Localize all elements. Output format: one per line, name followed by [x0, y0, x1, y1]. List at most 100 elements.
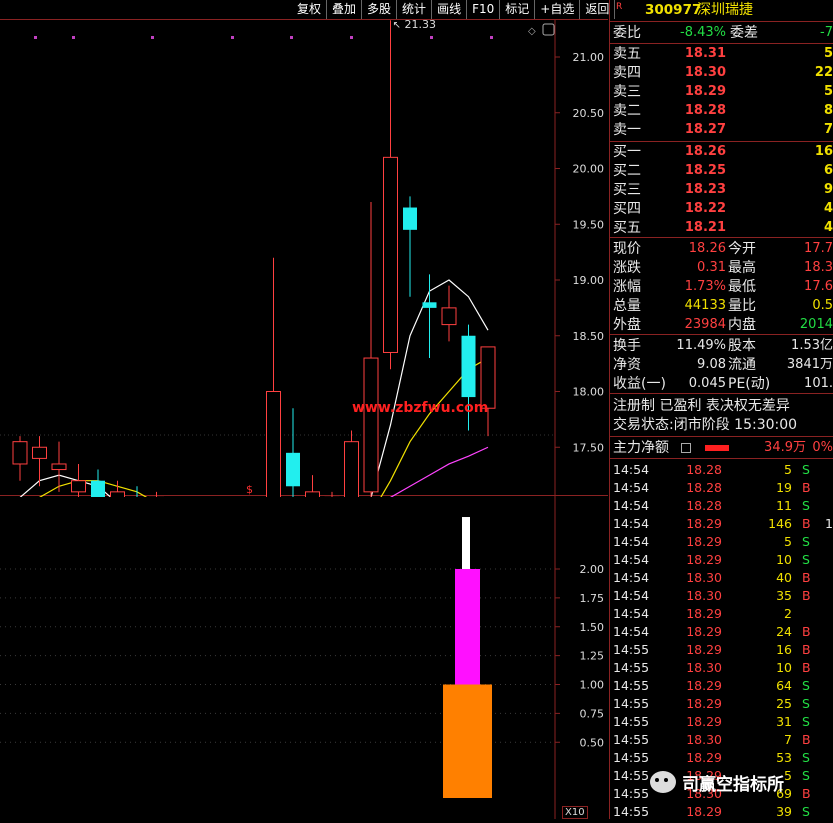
tick-time: 14:55: [613, 786, 650, 801]
stock-header: R 300977 深圳瑞捷: [610, 1, 833, 19]
info-board: 注册制 已盈利 表决权无差异: [613, 398, 790, 414]
stat-row: 外盘 23984 内盘 2014: [610, 316, 833, 334]
y-tick-label: 20.00: [573, 163, 605, 176]
candle-body: [71, 480, 86, 493]
tick-price: 18.28: [686, 462, 722, 477]
tick-volume: 11: [776, 498, 792, 513]
sub-bar-white: [462, 517, 470, 569]
tick-volume: 5: [784, 768, 792, 783]
stat-value-2: 0.5: [812, 298, 833, 313]
sub-bar-orange: [443, 684, 492, 798]
stock-code: 300977: [645, 2, 702, 18]
candle: [363, 201, 379, 498]
candle: [403, 196, 417, 297]
stat-row: 涨跌 0.31 最高 18.3: [610, 259, 833, 277]
toolbar-button-1[interactable]: 叠加: [327, 0, 363, 19]
stat-label: 净资: [613, 357, 641, 373]
toolbar-button-6[interactable]: 标记: [500, 0, 536, 19]
tick-price: 18.29: [686, 714, 722, 729]
stat-label: 收益(一): [613, 376, 666, 392]
candle: [383, 20, 398, 370]
tick-price: 18.30: [686, 732, 722, 747]
toolbar-button-0[interactable]: 复权: [292, 0, 328, 19]
stat-label-2: 内盘: [728, 317, 756, 333]
tick-volume: 5: [784, 462, 792, 477]
tick-price: 18.29: [686, 552, 722, 567]
tick-volume: 19: [776, 480, 792, 495]
list-icon[interactable]: [681, 443, 691, 453]
stat-value-2: 17.7: [804, 241, 833, 256]
stat-label-2: 流通: [728, 357, 756, 373]
book-volume: 6: [823, 163, 833, 178]
toolbar-button-5[interactable]: F10: [467, 0, 501, 19]
toolbar-button-3[interactable]: 统计: [397, 0, 433, 19]
stat-label: 现价: [613, 241, 641, 257]
ma5-line: [19, 279, 489, 621]
book-price: 18.29: [684, 84, 726, 99]
stat-row: 收益(一) 0.045 PE(动) 101.: [610, 375, 833, 393]
indicator-chart[interactable]: 2.00 1.75 1.50 1.25 1.00 0.75 0.50 X10: [0, 497, 608, 819]
toolbar-button-4[interactable]: 画线: [432, 0, 468, 19]
y-tick-label: 19.50: [573, 218, 605, 231]
stat-label: 总量: [613, 298, 641, 314]
stat-label-2: 股本: [728, 338, 756, 354]
candle: [71, 463, 86, 503]
stat-label: 涨幅: [613, 279, 641, 295]
tick-time: 14:54: [613, 606, 650, 621]
tick-volume: 5: [784, 534, 792, 549]
stat-label-2: 最低: [728, 279, 756, 295]
tick-time: 14:55: [613, 768, 650, 783]
tick-row: 14:55 18.30 7 B: [610, 731, 833, 749]
book-volume: 8: [823, 103, 833, 118]
stat-value-2: 17.6: [804, 279, 833, 294]
tick-price: 18.29: [686, 642, 722, 657]
tick-row: 14:55 18.29 53 S: [610, 749, 833, 767]
stat-row: 涨幅 1.73% 最低 17.6: [610, 278, 833, 296]
candle: [110, 480, 125, 531]
x10-badge[interactable]: X10: [562, 806, 588, 819]
tick-row: 14:54 18.30 40 B: [610, 569, 833, 587]
tick-time: 14:54: [613, 516, 650, 531]
top-marker: [231, 36, 234, 39]
toolbar-button-2[interactable]: 多股: [362, 0, 398, 19]
candle: [305, 475, 320, 515]
tick-count: 1: [825, 516, 833, 531]
tick-time: 14:54: [613, 480, 650, 495]
book-label: 买五: [613, 220, 641, 236]
trade-status: 交易状态:闭市阶段 15:30:00: [613, 417, 798, 433]
bid-row: 买五 18.21 4: [610, 219, 833, 237]
candle: [480, 346, 496, 437]
top-marker: [290, 36, 293, 39]
sub-tick-label: 1.50: [580, 621, 605, 634]
stat-value-2: 3841万: [786, 357, 833, 372]
tick-time: 14:55: [613, 804, 650, 819]
tick-side: B: [802, 786, 811, 801]
bid-row: 买二 18.25 6: [610, 162, 833, 180]
stat-value: 18.26: [688, 241, 726, 256]
candle-body: [461, 335, 476, 398]
sub-tick-label: 0.75: [580, 707, 605, 720]
kline-chart[interactable]: 21.00 20.50 20.00 19.50 19.00 18.50 18.00 17.50…: [0, 18, 608, 789]
tick-side: S: [802, 714, 810, 729]
chart-toolbar: 复权 叠加 多股 统计 画线 F10 标记 +自选 返回: [292, 0, 616, 19]
book-price: 18.25: [684, 163, 726, 178]
tick-price: 18.29: [686, 624, 722, 639]
wechat-icon: [650, 771, 676, 793]
tick-side: B: [802, 642, 811, 657]
weibi-row: 委比 -8.43% 委差 -7: [613, 25, 833, 41]
tick-side: B: [802, 516, 811, 531]
tick-volume: 53: [776, 750, 792, 765]
tick-volume: 2: [784, 606, 792, 621]
tick-time: 14:55: [613, 678, 650, 693]
toolbar-button-7[interactable]: +自选: [535, 0, 581, 19]
sub-tick-label: 1.00: [580, 679, 605, 692]
stat-label-2: 今开: [728, 241, 756, 257]
y-tick-label: 20.50: [573, 107, 605, 120]
tick-price: 18.29: [686, 606, 722, 621]
stat-value-2: 1.53亿: [791, 338, 833, 353]
tick-volume: 25: [776, 696, 792, 711]
tick-price: 18.30: [686, 588, 722, 603]
tick-price: 18.28: [686, 498, 722, 513]
diamond-icon: ◇: [528, 26, 536, 37]
tick-time: 14:55: [613, 696, 650, 711]
